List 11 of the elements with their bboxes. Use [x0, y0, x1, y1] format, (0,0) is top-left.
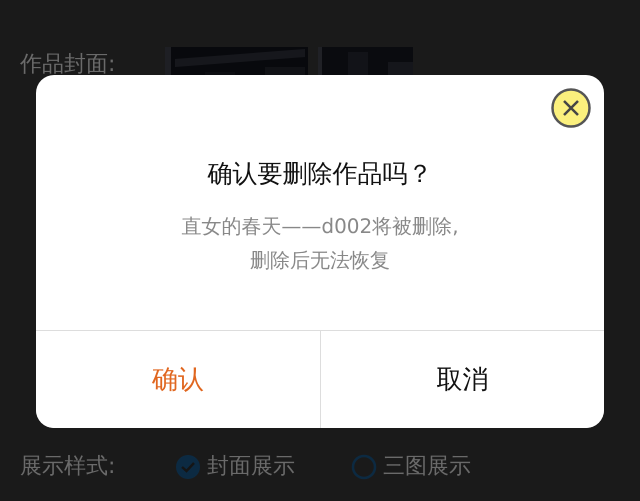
option-label: 封面展示: [207, 453, 295, 481]
dialog-title: 确认要删除作品吗？: [208, 158, 432, 190]
cover-label: 作品封面:: [20, 51, 116, 79]
dialog-message: 直女的春天——d002将被删除,: [181, 213, 459, 240]
cancel-button[interactable]: 取消: [320, 331, 604, 428]
radio-checked[interactable]: [175, 454, 201, 480]
dialog-message: 删除后无法恢复: [250, 247, 390, 274]
close-icon[interactable]: [551, 88, 591, 128]
display-style-label: 展示样式:: [20, 453, 116, 481]
radio-unchecked[interactable]: [351, 454, 377, 480]
option-label: 三图展示: [383, 453, 471, 481]
